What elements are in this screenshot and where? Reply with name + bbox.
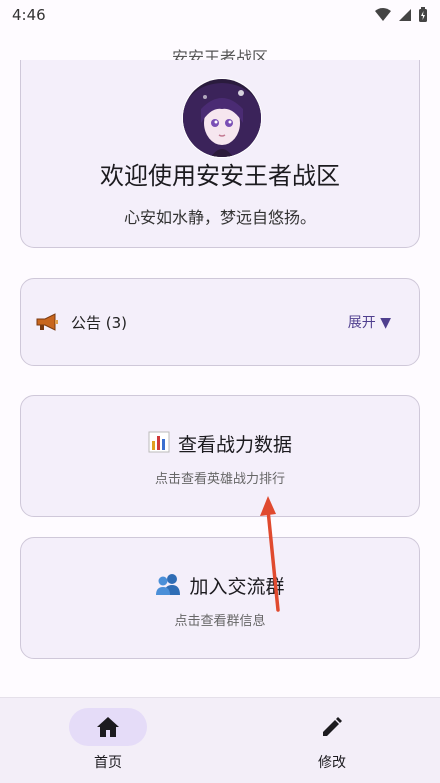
megaphone-icon	[35, 312, 59, 336]
feature-row: 查看战力数据	[21, 430, 419, 457]
notice-label: 公告 (3)	[71, 314, 128, 332]
notice-expand-label: 展开 ▼	[347, 315, 391, 331]
feature-subtitle: 点击查看群信息	[174, 614, 266, 629]
notice-card[interactable]: 公告 (3) 展开 ▼	[20, 278, 420, 366]
bar-chart-icon	[148, 431, 170, 457]
nav-label-home: 首页	[94, 755, 122, 771]
notice-expand-button[interactable]: 展开 ▼	[348, 312, 391, 332]
join-group-card[interactable]: 加入交流群 点击查看群信息	[20, 537, 420, 659]
signal-icon	[399, 9, 411, 21]
nav-item-edit[interactable]: 修改	[272, 708, 392, 772]
feature-row: 加入交流群	[21, 572, 419, 599]
feature-title: 查看战力数据	[177, 434, 292, 456]
feature-title: 加入交流群	[189, 576, 285, 598]
nav-label-edit: 修改	[318, 755, 346, 771]
home-icon	[97, 717, 119, 737]
wifi-icon	[375, 8, 391, 21]
feature-subtitle: 点击查看英雄战力排行	[154, 472, 285, 487]
nav-home-pill	[69, 708, 147, 746]
status-time: 4:46	[12, 6, 46, 24]
nav-edit-pill	[293, 708, 371, 746]
group-icon	[155, 573, 181, 599]
bottom-nav: 首页 修改	[0, 697, 440, 783]
view-power-data-card[interactable]: 查看战力数据 点击查看英雄战力排行	[20, 395, 420, 517]
welcome-title: 欢迎使用安安王者战区	[100, 162, 340, 190]
status-bar: 4:46	[0, 0, 440, 30]
avatar	[182, 78, 262, 158]
welcome-subtitle: 心安如水静，梦远自悠扬。	[123, 208, 316, 227]
status-icons	[374, 7, 428, 23]
nav-item-home[interactable]: 首页	[48, 708, 168, 772]
welcome-card: 欢迎使用安安王者战区 心安如水静，梦远自悠扬。	[20, 60, 420, 248]
edit-pencil-icon	[323, 717, 342, 736]
battery-icon	[419, 7, 427, 22]
